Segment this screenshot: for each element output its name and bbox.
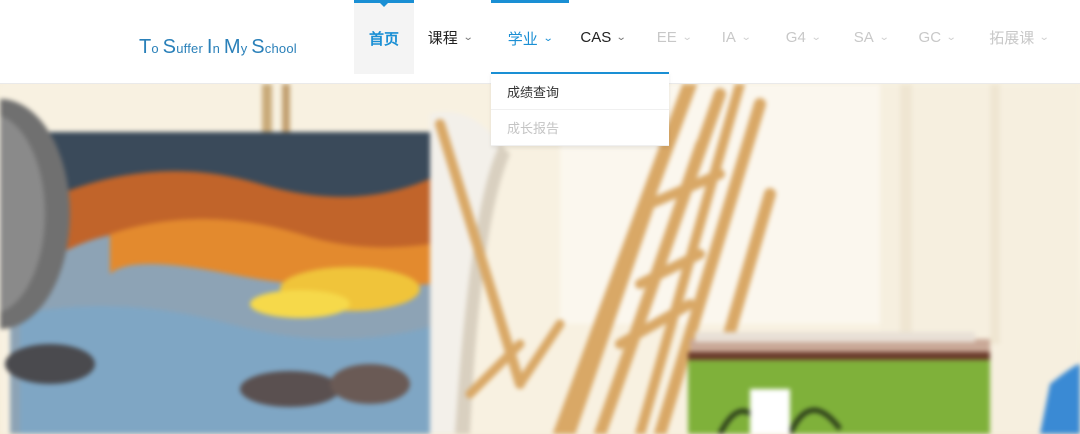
nav-item-label: GC [918,28,942,46]
nav-item-home[interactable]: 首页 [354,0,414,74]
nav-item-ee[interactable]: EE ⌄ [652,0,696,74]
nav-item-g4[interactable]: G4 ⌄ [782,0,824,74]
nav-item-label: EE [656,28,677,46]
nav-item-label: 学业 [507,31,538,48]
chevron-down-icon: ⌄ [542,33,554,44]
chevron-down-icon: ⌄ [810,31,822,43]
nav-item-academics[interactable]: 学业 ⌄ [491,0,569,74]
dropdown-item-label: 成长报告 [507,121,560,136]
nav-item-ia[interactable]: IA ⌄ [718,0,754,74]
nav-item-label: G4 [785,28,806,46]
logo-part: School [251,36,297,58]
nav-item-cas[interactable]: CAS ⌄ [578,0,628,74]
chevron-down-icon: ⌄ [878,31,890,43]
nav-item-gc[interactable]: GC ⌄ [916,0,958,74]
dropdown-item-grade-query[interactable]: 成绩查询 [491,74,669,110]
chevron-down-icon: ⌄ [462,31,474,43]
site-logo[interactable]: To Suffer In My School [139,36,297,60]
dropdown-item-label: 成绩查询 [507,85,560,100]
nav-item-sa[interactable]: SA ⌄ [850,0,892,74]
logo-part: To [139,36,163,58]
nav-item-label: 首页 [368,31,399,48]
nav-item-label: CAS [580,28,612,46]
nav-item-courses[interactable]: 课程 ⌄ [422,0,478,74]
nav-item-label: IA [721,28,736,46]
logo-part: In [206,36,224,58]
chevron-down-icon: ⌄ [740,31,752,43]
dropdown-item-growth-report[interactable]: 成长报告 [491,110,669,146]
logo-part: My [223,36,252,58]
chevron-down-icon: ⌄ [615,31,627,43]
nav-item-label: SA [853,28,874,46]
chevron-down-icon: ⌄ [1039,31,1050,43]
logo-part: Suffer [162,36,207,58]
nav-item-label: 课程 [427,29,458,47]
academics-dropdown-menu: 成绩查询 成长报告 [491,72,669,146]
nav-item-extension-courses[interactable]: 拓展课 ⌄ [984,0,1054,74]
chevron-down-icon: ⌄ [945,31,957,43]
chevron-down-icon: ⌄ [681,31,693,43]
nav-item-label: 拓展课 [989,29,1035,47]
